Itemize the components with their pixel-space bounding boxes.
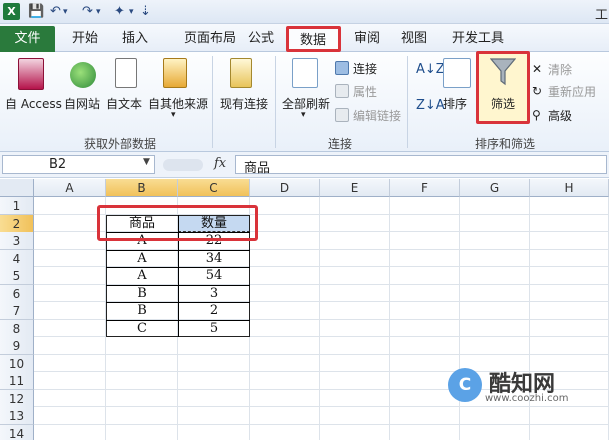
- row-header-5[interactable]: 5: [0, 267, 34, 285]
- title-bar: X 💾 ↶ ▾ ↷ ▾ ✦ ▾ ⇣ 工: [0, 0, 609, 24]
- save-icon[interactable]: 💾: [28, 4, 44, 20]
- table-inner-border: [106, 284, 250, 286]
- customize-icon[interactable]: ⇣: [140, 4, 151, 20]
- gridline-horizontal: [34, 353, 609, 355]
- clear-button[interactable]: 清除: [548, 61, 572, 78]
- name-box-value: B2: [49, 157, 67, 172]
- group-separator: [275, 56, 276, 148]
- tab-data[interactable]: 数据: [296, 31, 330, 51]
- wand-dropdown-icon[interactable]: ▾: [129, 4, 134, 20]
- table-inner-border: [106, 249, 250, 251]
- sort-button[interactable]: 排序: [443, 95, 467, 112]
- group-label-connections: 连接: [327, 137, 352, 151]
- watermark-url: www.coozhi.com: [485, 393, 569, 404]
- other-sources-icon: [163, 58, 187, 88]
- from-other-sources-button[interactable]: 自其他来源: [148, 95, 208, 112]
- reapply-icon: ↻: [532, 84, 543, 98]
- row-header-4[interactable]: 4: [0, 249, 34, 268]
- properties-icon: [335, 84, 349, 98]
- sort-ascending-icon[interactable]: A↓Z: [416, 62, 445, 77]
- tab-insert[interactable]: 插入: [118, 29, 152, 49]
- name-box[interactable]: B2 ▼: [2, 155, 155, 174]
- redo-dropdown-icon[interactable]: ▾: [96, 4, 101, 20]
- properties-button[interactable]: 属性: [353, 83, 377, 100]
- formula-bar-resize-handle[interactable]: [163, 159, 203, 171]
- table-inner-border: [106, 267, 250, 268]
- column-header-c[interactable]: C: [178, 179, 250, 197]
- row-header-9[interactable]: 9: [0, 337, 34, 355]
- formula-input[interactable]: 商品: [235, 155, 607, 176]
- excel-logo-icon: X: [3, 3, 20, 20]
- tab-developer[interactable]: 开发工具: [450, 29, 506, 49]
- group-separator: [212, 56, 213, 148]
- sort-descending-icon[interactable]: Z↓A: [416, 98, 445, 113]
- edit-links-icon: [335, 108, 349, 122]
- group-label-sort-filter: 排序和筛选: [474, 137, 535, 151]
- watermark-logo-icon: C: [448, 368, 482, 402]
- table-inner-border: [106, 302, 250, 303]
- tab-review[interactable]: 审阅: [350, 29, 384, 49]
- column-header-h[interactable]: H: [530, 179, 609, 197]
- column-header-f[interactable]: F: [390, 179, 460, 197]
- formula-content: 商品: [244, 161, 271, 176]
- undo-icon[interactable]: ↶: [50, 4, 61, 20]
- filter-button[interactable]: 筛选: [491, 95, 515, 112]
- row-header-14[interactable]: 14: [0, 424, 34, 440]
- group-label-get-external: 获取外部数据: [83, 137, 156, 151]
- insert-function-icon[interactable]: fx: [214, 156, 226, 171]
- column-header-b[interactable]: B: [106, 179, 178, 197]
- row-header-11[interactable]: 11: [0, 372, 34, 390]
- row-header-2[interactable]: 2: [0, 214, 34, 233]
- column-header-d[interactable]: D: [250, 179, 320, 197]
- filter-funnel-icon: [490, 58, 516, 86]
- row-header-10[interactable]: 10: [0, 354, 34, 373]
- row-header-1[interactable]: 1: [0, 197, 34, 215]
- tab-file[interactable]: 文件: [0, 26, 55, 52]
- from-access-button[interactable]: 自 Access: [5, 95, 62, 112]
- sort-icon: [443, 58, 471, 88]
- text-file-icon: [115, 58, 137, 88]
- row-header-3[interactable]: 3: [0, 232, 34, 250]
- row-header-7[interactable]: 7: [0, 302, 34, 320]
- existing-connections-button[interactable]: 现有连接: [220, 95, 268, 112]
- column-header-e[interactable]: E: [320, 179, 390, 197]
- watermark: C 酷知网 www.coozhi.com: [423, 360, 609, 440]
- existing-connections-icon: [230, 58, 252, 88]
- edit-links-button[interactable]: 编辑链接: [353, 107, 401, 124]
- tab-view[interactable]: 视图: [397, 29, 431, 49]
- clear-icon: ✕: [532, 62, 543, 76]
- other-sources-dropdown-icon[interactable]: ▾: [171, 110, 176, 120]
- tab-home[interactable]: 开始: [68, 29, 102, 49]
- row-header-13[interactable]: 13: [0, 407, 34, 425]
- redo-icon[interactable]: ↷: [82, 4, 93, 20]
- column-header-g[interactable]: G: [460, 179, 530, 197]
- from-text-button[interactable]: 自文本: [106, 95, 142, 112]
- connections-button[interactable]: 连接: [353, 60, 377, 77]
- select-all-corner[interactable]: [0, 179, 34, 197]
- undo-dropdown-icon[interactable]: ▾: [63, 4, 68, 20]
- advanced-filter-button[interactable]: 高级: [548, 107, 572, 124]
- tab-formulas[interactable]: 公式: [244, 29, 278, 49]
- formula-bar: B2 ▼ fx 商品: [0, 152, 609, 178]
- refresh-all-icon: [292, 58, 318, 88]
- table-header-highlight: [97, 205, 258, 241]
- reapply-button[interactable]: 重新应用: [548, 83, 596, 100]
- group-separator: [407, 56, 408, 148]
- row-header-6[interactable]: 6: [0, 284, 34, 303]
- web-globe-icon: [70, 62, 96, 88]
- connections-icon: [335, 61, 349, 75]
- refresh-all-button[interactable]: 全部刷新: [282, 95, 330, 112]
- refresh-dropdown-icon[interactable]: ▾: [301, 110, 306, 120]
- column-header-a[interactable]: A: [34, 179, 106, 197]
- table-inner-border: [106, 319, 250, 321]
- advanced-filter-icon: ⚲: [532, 108, 541, 122]
- window-title: 工: [595, 8, 609, 23]
- row-header-8[interactable]: 8: [0, 319, 34, 338]
- row-header-12[interactable]: 12: [0, 389, 34, 408]
- from-web-button[interactable]: 自网站: [64, 95, 100, 112]
- tab-page-layout[interactable]: 页面布局: [168, 29, 252, 49]
- wand-icon[interactable]: ✦: [114, 4, 125, 20]
- name-box-dropdown-icon[interactable]: ▼: [143, 157, 150, 167]
- access-icon: [18, 58, 44, 90]
